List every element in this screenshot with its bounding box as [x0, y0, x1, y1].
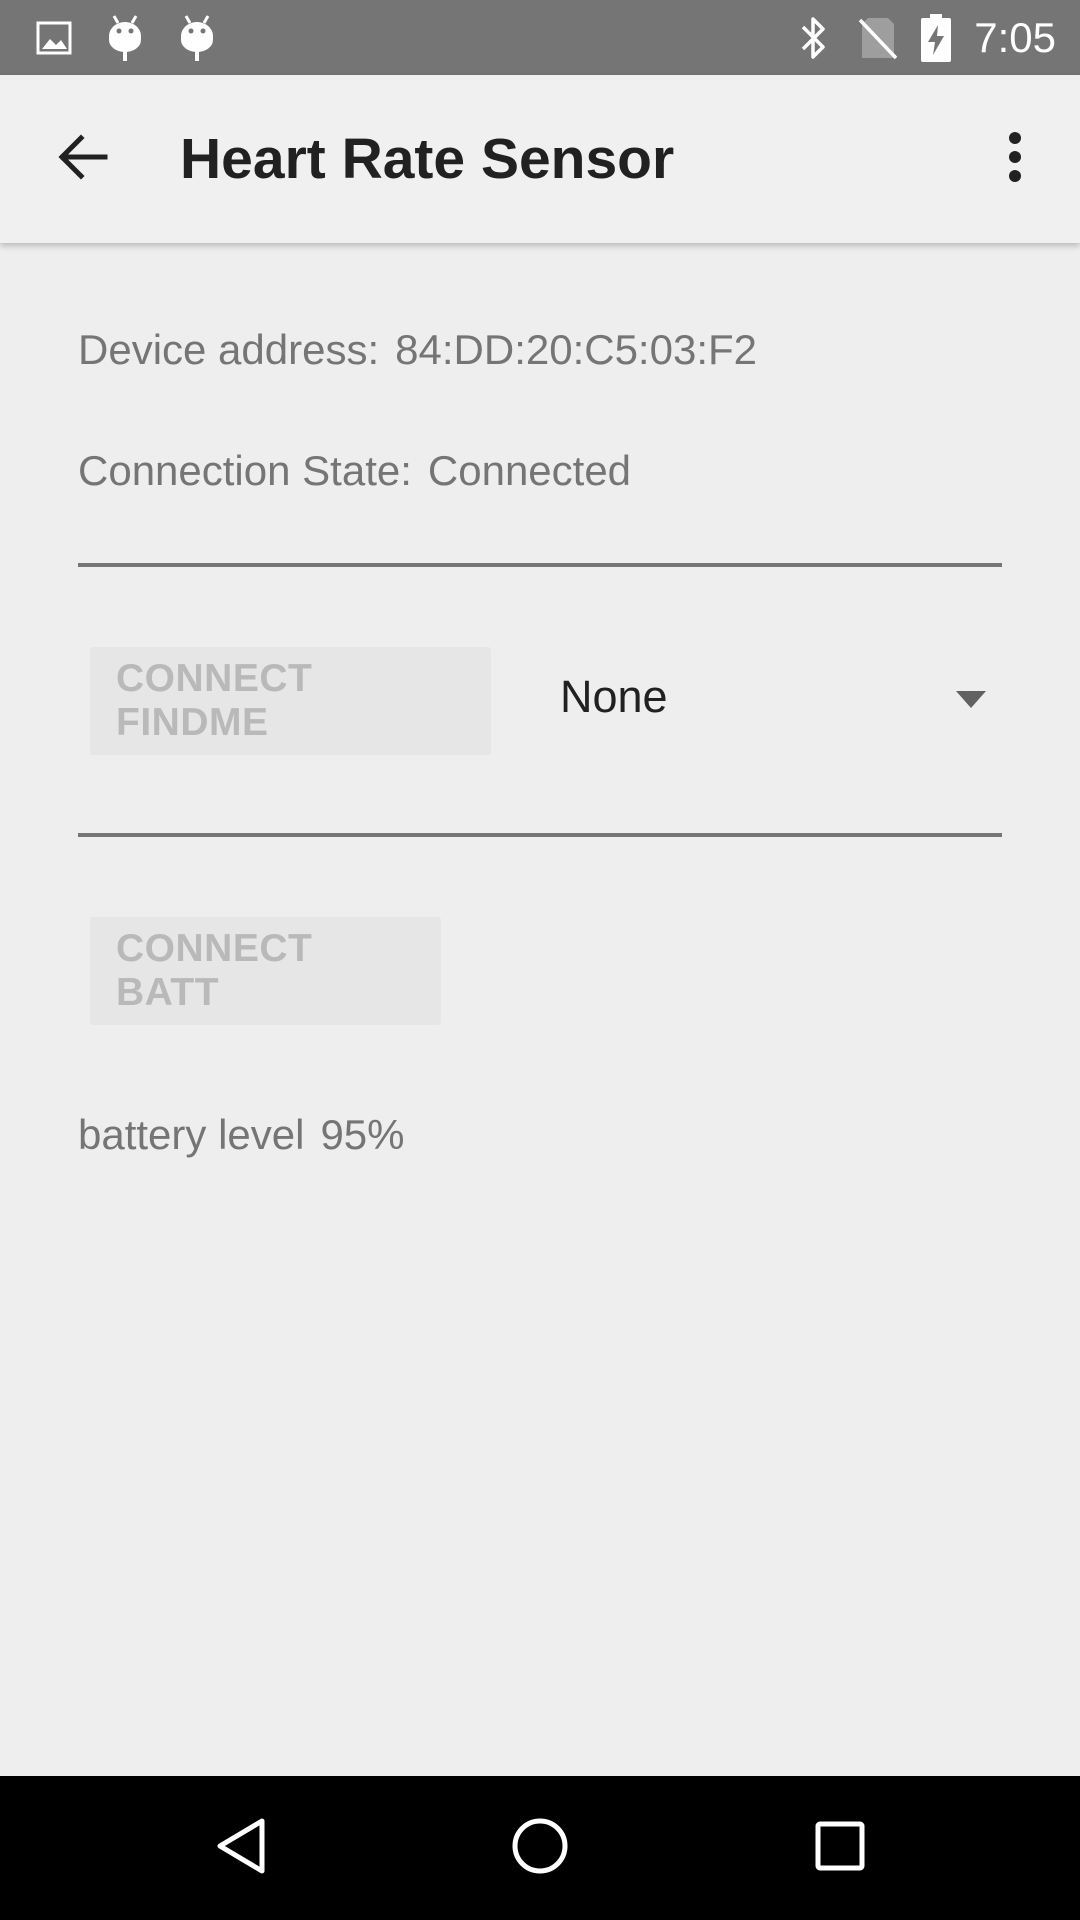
connection-state-label: Connection State:: [78, 447, 412, 494]
overflow-menu-button[interactable]: [980, 119, 1050, 199]
connection-state-value: Connected: [427, 447, 632, 494]
divider: [78, 563, 1002, 567]
image-icon: [36, 0, 72, 75]
arrow-back-icon: [57, 133, 109, 186]
device-address-row: Device address: 84:DD:20:C5:03:F2: [78, 326, 757, 374]
battery-level-value: 95%: [320, 1111, 405, 1158]
findme-spinner-value[interactable]: None: [560, 671, 668, 723]
connect-findme-button[interactable]: CONNECT FINDME: [90, 647, 491, 755]
bluetooth-icon: [797, 0, 831, 75]
navigation-bar: [0, 1776, 1080, 1920]
connect-batt-button[interactable]: CONNECT BATT: [90, 917, 441, 1025]
battery-charging-icon: [920, 0, 952, 75]
no-sim-icon: [858, 0, 898, 75]
device-address-value: 84:DD:20:C5:03:F2: [395, 326, 758, 373]
nav-back-icon: [212, 1816, 268, 1881]
status-time: 7:05: [974, 14, 1056, 61]
nav-recents-button[interactable]: [770, 1776, 910, 1920]
nav-back-button[interactable]: [170, 1776, 310, 1920]
status-bar: 7:05: [0, 0, 1080, 75]
connection-state-row: Connection State: Connected: [78, 447, 631, 495]
device-address-label: Device address:: [78, 326, 380, 373]
nav-recents-icon: [814, 1820, 866, 1877]
dropdown-arrow-icon[interactable]: [956, 691, 986, 714]
nav-home-button[interactable]: [470, 1776, 610, 1920]
app-bar: Heart Rate Sensor: [0, 75, 1080, 243]
nav-home-icon: [511, 1817, 569, 1880]
spinner-underline: [78, 833, 1002, 837]
back-button[interactable]: [40, 119, 126, 199]
battery-level-label: battery level: [78, 1111, 305, 1158]
android-icon: [106, 0, 144, 75]
page-title: Heart Rate Sensor: [180, 127, 675, 191]
android-icon: [178, 0, 216, 75]
more-vert-icon: [1007, 131, 1023, 188]
battery-level-row: battery level 95%: [78, 1111, 405, 1159]
